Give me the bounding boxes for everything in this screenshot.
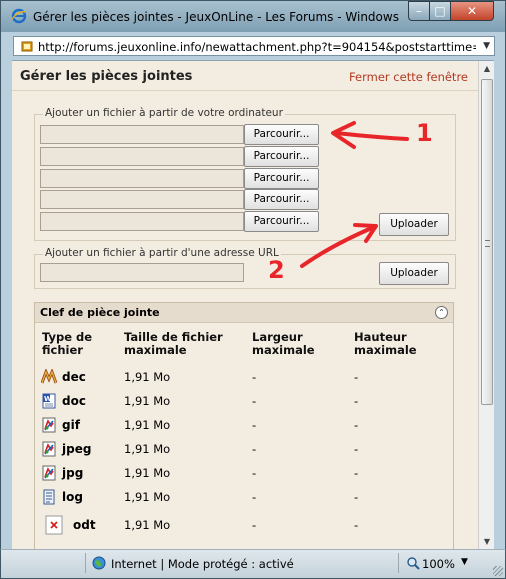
scroll-up-icon[interactable]: ▲ <box>480 61 494 77</box>
collapse-icon[interactable]: ⌃ <box>435 306 448 319</box>
status-separator <box>85 553 86 573</box>
max-width: - <box>252 490 257 504</box>
max-height: - <box>354 490 359 504</box>
file-type: gif <box>62 418 80 432</box>
max-size: 1,91 Mo <box>124 442 171 456</box>
close-window-button[interactable]: ✕ <box>450 1 494 21</box>
table-row: jpeg 1,91 Mo - - <box>35 438 455 462</box>
max-width: - <box>252 518 257 532</box>
status-separator <box>398 553 399 573</box>
max-height: - <box>354 418 359 432</box>
maximize-button[interactable]: □ <box>429 1 451 21</box>
max-height: - <box>354 370 359 384</box>
attachment-key-title: Clef de pièce jointe <box>40 306 160 319</box>
header-file-type-line2: fichier <box>42 343 83 357</box>
scroll-grip-icon <box>485 240 490 247</box>
max-size: 1,91 Mo <box>124 518 171 532</box>
header-max-width-line2: maximale <box>252 343 315 357</box>
image-file-icon <box>42 441 56 457</box>
url-field[interactable]: http://forums.jeuxonline.info/newattachm… <box>13 36 495 56</box>
scroll-down-icon[interactable]: ▼ <box>480 534 494 549</box>
header-max-size: Taille de fichier maximale <box>124 331 223 357</box>
file-type: odt <box>73 518 96 532</box>
annotation-number-2: 2 <box>268 256 285 284</box>
file-type: jpg <box>62 466 84 480</box>
page-security-icon <box>21 41 33 52</box>
status-bar: Internet | Mode protégé : activé 100% ▼ <box>0 549 506 579</box>
max-height: - <box>354 466 359 480</box>
svg-text:W: W <box>44 395 52 403</box>
annotation-overlay <box>300 121 409 268</box>
table-row: W doc 1,91 Mo - - <box>35 390 455 414</box>
max-size: 1,91 Mo <box>124 466 171 480</box>
word-doc-icon: W <box>42 393 56 409</box>
max-width: - <box>252 394 257 408</box>
image-file-icon <box>42 417 56 433</box>
file-type: jpeg <box>62 442 92 456</box>
max-width: - <box>252 442 257 456</box>
max-width: - <box>252 370 257 384</box>
attachment-key-panel: Clef de pièce jointe ⌃ Type de fichier T… <box>34 302 454 549</box>
internet-explorer-icon <box>11 8 27 24</box>
max-size: 1,91 Mo <box>124 370 171 384</box>
url-text: http://forums.jeuxonline.info/newattachm… <box>38 40 476 54</box>
attachment-key-header: Clef de pièce jointe ⌃ <box>35 303 453 323</box>
max-size: 1,91 Mo <box>124 394 171 408</box>
file-type: dec <box>62 370 86 384</box>
dec-file-icon <box>41 369 57 384</box>
max-height: - <box>354 442 359 456</box>
image-file-icon <box>42 465 56 481</box>
header-max-width: Largeur maximale <box>252 331 315 357</box>
scroll-thumb[interactable] <box>481 79 493 405</box>
address-bar: http://forums.jeuxonline.info/newattachm… <box>0 32 506 60</box>
table-row: odt 1,91 Mo - - <box>35 510 455 540</box>
zoom-icon <box>407 557 420 570</box>
zoom-dropdown-icon[interactable]: ▼ <box>461 557 468 567</box>
red-arrow-1 <box>331 121 409 149</box>
resize-grip-icon[interactable] <box>493 566 503 576</box>
table-row: log 1,91 Mo - - <box>35 486 455 510</box>
table-row: jpg 1,91 Mo - - <box>35 462 455 486</box>
window-title: Gérer les pièces jointes - JeuxOnLine - … <box>33 10 403 24</box>
zoom-level[interactable]: 100% <box>422 557 455 571</box>
header-max-height: Hauteur maximale <box>354 331 417 357</box>
max-size: 1,91 Mo <box>124 490 171 504</box>
header-max-height-line2: maximale <box>354 343 417 357</box>
max-width: - <box>252 466 257 480</box>
vertical-scrollbar[interactable]: ▲ ▼ <box>478 61 494 549</box>
max-height: - <box>354 394 359 408</box>
security-zone-status[interactable]: Internet | Mode protégé : activé <box>111 557 294 571</box>
minimize-button[interactable]: – <box>408 1 430 21</box>
table-row: dec 1,91 Mo - - <box>35 366 455 390</box>
file-type: log <box>62 490 83 504</box>
title-bar: Gérer les pièces jointes - JeuxOnLine - … <box>0 0 506 32</box>
red-arrow-2 <box>300 223 378 268</box>
text-file-icon <box>43 489 55 505</box>
window-frame-left <box>0 60 12 549</box>
max-height: - <box>354 518 359 532</box>
page-viewport: Gérer les pièces jointes Fermer cette fe… <box>12 60 494 549</box>
header-max-size-line2: maximale <box>124 343 187 357</box>
max-size: 1,91 Mo <box>124 418 171 432</box>
max-width: - <box>252 418 257 432</box>
window-frame-right <box>494 60 506 549</box>
address-dropdown-icon[interactable]: ▼ <box>483 41 490 51</box>
annotation-number-1: 1 <box>416 119 433 147</box>
globe-icon <box>92 556 106 570</box>
broken-image-icon <box>45 515 63 535</box>
file-type: doc <box>62 394 86 408</box>
table-row: gif 1,91 Mo - - <box>35 414 455 438</box>
header-file-type: Type de fichier <box>42 331 92 357</box>
